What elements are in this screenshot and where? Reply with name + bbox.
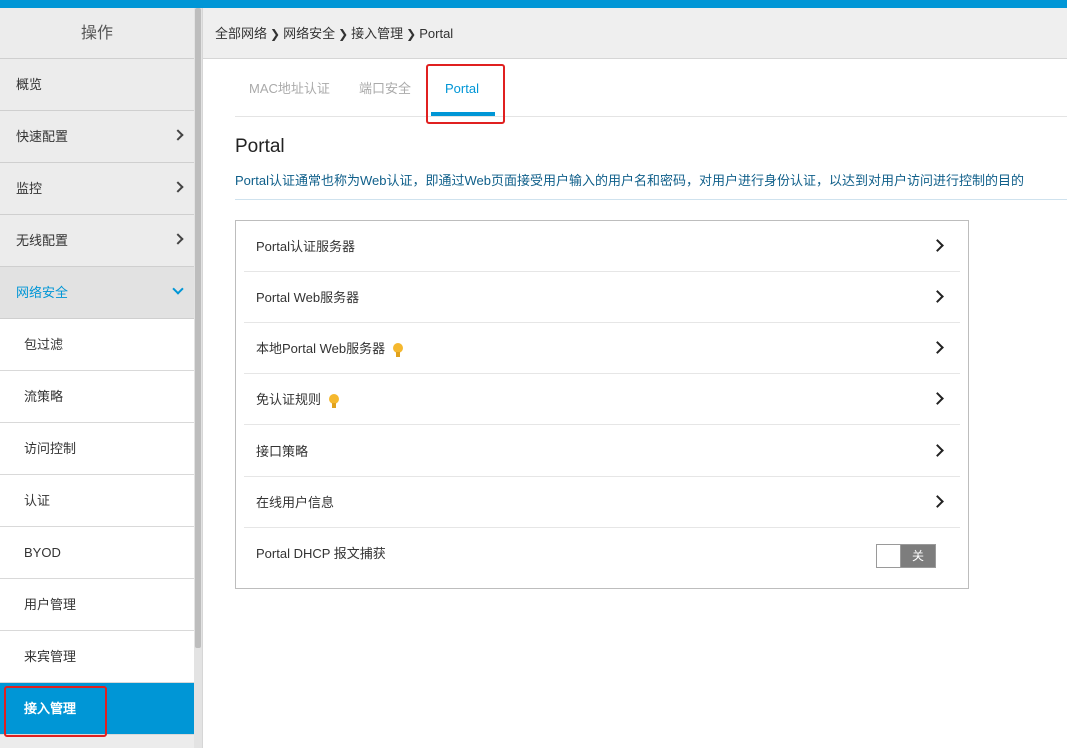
row-local-portal-web-server[interactable]: 本地Portal Web服务器 [244,323,960,374]
breadcrumb-item[interactable]: 全部网络 [215,26,267,41]
top-accent-bar [0,0,1067,8]
tab-port-security[interactable]: 端口安全 [359,66,411,112]
row-label: Portal DHCP 报文捕获 [256,546,386,561]
sidebar-item-label: 概览 [16,77,43,92]
breadcrumb-separator-icon: ❯ [270,27,281,41]
sidebar-subitem-user-management[interactable]: 用户管理 [0,579,194,631]
sidebar-subitem-label: 流策略 [24,389,64,404]
sidebar-subitem-authentication[interactable]: 认证 [0,475,194,527]
chevron-right-icon [172,233,184,245]
row-online-user-info[interactable]: 在线用户信息 [244,477,960,528]
row-label: 本地Portal Web服务器 [256,341,386,356]
sidebar-item-label: 监控 [16,181,43,196]
sidebar-subitem-label: 访问控制 [24,441,77,456]
row-label-wrap: 本地Portal Web服务器 [256,323,404,374]
tab-bar: MAC地址认证 端口安全 Portal [235,66,1067,117]
sidebar-item-label: 快速配置 [16,129,69,144]
page-title: Portal [235,136,285,157]
sidebar-subitem-traffic-policy[interactable]: 流策略 [0,371,194,423]
breadcrumb: 全部网络 ❯ 网络安全 ❯ 接入管理 ❯ Portal [215,8,453,59]
breadcrumb-separator-icon: ❯ [338,27,349,41]
sidebar-item-overview[interactable]: 概览 [0,59,194,111]
row-label: Portal Web服务器 [256,290,360,305]
row-label: 接口策略 [256,444,309,459]
lightbulb-icon[interactable] [393,342,404,357]
row-label: 免认证规则 [256,392,322,407]
tab-mac-auth[interactable]: MAC地址认证 [249,66,330,112]
dhcp-capture-toggle[interactable]: 关 [876,544,936,568]
row-label: 在线用户信息 [256,495,335,510]
sidebar-subitem-label: 用户管理 [24,597,77,612]
chevron-right-icon [931,392,944,405]
sidebar-item-label: 无线配置 [16,233,69,248]
sidebar-subitem-packet-filter[interactable]: 包过滤 [0,319,194,371]
row-auth-free-rules[interactable]: 免认证规则 [244,374,960,425]
sidebar-subitem-label: BYOD [24,545,61,560]
row-label: Portal认证服务器 [256,239,355,254]
sidebar-scrollbar-thumb[interactable] [195,8,201,648]
sidebar-subitem-guest-management[interactable]: 来宾管理 [0,631,194,683]
row-portal-dhcp-capture: Portal DHCP 报文捕获 关 [244,528,960,579]
breadcrumb-separator-icon: ❯ [406,27,417,41]
chevron-down-icon [172,283,184,295]
breadcrumb-item[interactable]: 网络安全 [283,26,335,41]
chevron-right-icon [931,239,944,252]
chevron-right-icon [931,290,944,303]
sidebar-header: 操作 [0,8,194,59]
sidebar: 操作 概览 快速配置 监控 无线配置 网络安全 包过滤 流策略 访问控制 认证 … [0,8,194,748]
sidebar-item-monitor[interactable]: 监控 [0,163,194,215]
breadcrumb-item[interactable]: 接入管理 [351,26,403,41]
breadcrumb-bar: 全部网络 ❯ 网络安全 ❯ 接入管理 ❯ Portal [203,8,1067,59]
chevron-right-icon [172,181,184,193]
sidebar-item-network-security[interactable]: 网络安全 [0,267,194,319]
chevron-right-icon [931,341,944,354]
highlight-box-tab [426,64,505,124]
toggle-state-label: 关 [911,549,924,563]
sidebar-subitem-label: 包过滤 [24,337,64,352]
divider [202,8,203,748]
chevron-right-icon [931,495,944,508]
lightbulb-icon[interactable] [329,393,340,408]
highlight-box-sidebar [4,686,107,737]
toggle-knob [877,545,901,567]
chevron-right-icon [931,444,944,457]
settings-panel: Portal认证服务器 Portal Web服务器 本地Portal Web服务… [235,220,969,589]
row-interface-policy[interactable]: 接口策略 [244,426,960,477]
page-description: Portal认证通常也称为Web认证，即通过Web页面接受用户输入的用户名和密码… [235,170,1067,200]
sidebar-item-label: 网络安全 [16,285,69,300]
sidebar-subitem-byod[interactable]: BYOD [0,527,194,579]
row-portal-auth-server[interactable]: Portal认证服务器 [244,221,960,272]
sidebar-item-quick-config[interactable]: 快速配置 [0,111,194,163]
sidebar-subitem-label: 来宾管理 [24,649,77,664]
chevron-right-icon [172,129,184,141]
sidebar-subitem-label: 认证 [24,493,51,508]
breadcrumb-item-current: Portal [419,26,454,41]
sidebar-subitem-access-control[interactable]: 访问控制 [0,423,194,475]
row-portal-web-server[interactable]: Portal Web服务器 [244,272,960,323]
row-label-wrap: 免认证规则 [256,374,340,425]
sidebar-item-wireless-config[interactable]: 无线配置 [0,215,194,267]
